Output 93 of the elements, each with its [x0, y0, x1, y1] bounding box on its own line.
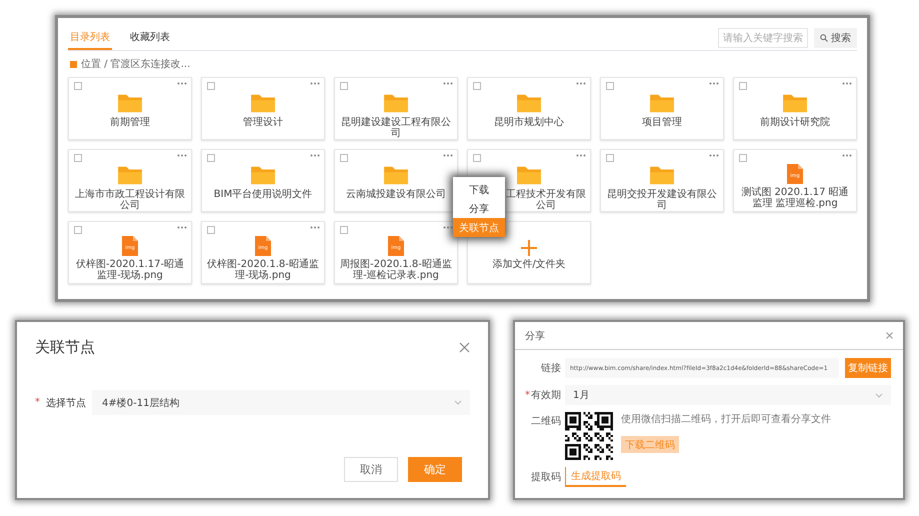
file-card[interactable]: 前期管理	[68, 77, 192, 140]
file-name: 云南城投建设有限公司	[346, 189, 446, 200]
checkbox[interactable]	[207, 226, 215, 234]
tab[interactable]: 收藏列表	[128, 26, 172, 50]
qr-hint: 使用微信扫描二维码，打开后即可查看分享文件	[621, 412, 831, 426]
checkbox[interactable]	[473, 154, 481, 162]
file-card[interactable]: 昆明建设建设工程有限公司	[334, 77, 458, 140]
folder-icon	[117, 164, 143, 186]
more-icon[interactable]	[443, 154, 453, 157]
more-icon[interactable]	[709, 154, 719, 157]
folder-icon	[250, 164, 276, 186]
close-icon[interactable]	[459, 342, 470, 353]
file-card[interactable]: 管理设计	[201, 77, 325, 140]
folder-icon	[649, 164, 675, 186]
field-label: 提取码	[530, 471, 561, 484]
more-icon[interactable]	[709, 82, 719, 85]
file-name: 周报图-2020.1.8-昭通监理-巡检记录表.png	[340, 259, 452, 281]
folder-icon	[250, 92, 276, 114]
file-name: 昆明交投开发建设有限公司	[606, 189, 718, 211]
search-button[interactable]: 搜索	[814, 28, 857, 48]
more-icon[interactable]	[842, 154, 852, 157]
more-icon[interactable]	[576, 82, 586, 85]
file-card[interactable]: 昆明交投开发建设有限公司	[600, 149, 724, 212]
validity-select[interactable]: 1月	[565, 385, 891, 405]
search-field[interactable]: 请输入关键字搜索	[718, 28, 808, 48]
required-mark: *	[525, 390, 530, 401]
dialog-title: 分享	[525, 330, 545, 342]
chevron-icon	[875, 392, 883, 398]
field-label: 有效期	[531, 390, 561, 401]
field-label: 二维码	[530, 414, 561, 428]
qr-code	[565, 412, 613, 460]
folder-icon	[516, 164, 542, 186]
more-icon[interactable]	[310, 82, 320, 85]
cancel-button[interactable]: 取消	[344, 457, 398, 482]
file-name: 工程技术开发有限公司	[506, 189, 586, 211]
chevron-icon	[454, 400, 462, 405]
field-label: 链接	[540, 362, 561, 375]
folder-icon	[649, 92, 675, 114]
checkbox[interactable]	[739, 82, 747, 90]
more-icon[interactable]	[177, 226, 187, 229]
file-card[interactable]: 前期设计研究院	[733, 77, 857, 140]
checkbox[interactable]	[739, 154, 747, 162]
file-name: 管理设计	[243, 117, 283, 128]
file-name: 伏梓图-2020.1.8-昭通监理-现场.png	[207, 259, 319, 281]
node-select[interactable]: 4#楼0-11层结构	[92, 390, 470, 415]
close-icon[interactable]	[886, 332, 893, 339]
file-card[interactable]: 昆明市规划中心	[467, 77, 591, 140]
file-card[interactable]: 项目管理	[600, 77, 724, 140]
folder-icon	[383, 164, 409, 186]
folder-icon	[516, 92, 542, 114]
more-icon[interactable]	[842, 82, 852, 85]
checkbox[interactable]	[340, 226, 348, 234]
file-name: 伏梓图-2020.1.17-昭通监理-现场.png	[74, 259, 186, 281]
breadcrumb: 位置 / 官渡区东连接改...	[81, 58, 190, 71]
checkbox[interactable]	[340, 82, 348, 90]
required-mark: *	[35, 397, 40, 408]
folder-icon	[117, 92, 143, 114]
checkbox[interactable]	[606, 82, 614, 90]
plus-icon	[521, 240, 537, 256]
checkbox[interactable]	[74, 82, 82, 90]
file-name: BIM平台使用说明文件	[214, 189, 312, 200]
field-label: 选择节点	[46, 396, 86, 410]
more-icon[interactable]	[443, 82, 453, 85]
checkbox[interactable]	[207, 82, 215, 90]
dialog-title: 关联节点	[35, 338, 95, 357]
more-icon[interactable]	[310, 154, 320, 157]
file-name: 项目管理	[642, 117, 682, 128]
more-icon[interactable]	[177, 154, 187, 157]
menu-item[interactable]: 分享	[453, 199, 505, 218]
file-name: 测试图 2020.1.17 昭通监理 监理巡检.png	[740, 187, 850, 209]
more-icon[interactable]	[177, 82, 187, 85]
more-icon[interactable]	[310, 226, 320, 229]
file-name: 昆明建设建设工程有限公司	[340, 117, 452, 139]
checkbox[interactable]	[207, 154, 215, 162]
checkbox[interactable]	[74, 154, 82, 162]
file-name: 上海市市政工程设计有限公司	[74, 189, 186, 211]
checkbox[interactable]	[74, 226, 82, 234]
file-name: 添加文件/文件夹	[492, 259, 566, 270]
checkbox[interactable]	[340, 154, 348, 162]
file-card[interactable]: 上海市市政工程设计有限公司	[68, 149, 192, 212]
search-icon	[820, 34, 828, 42]
checkbox[interactable]	[473, 82, 481, 90]
folder-icon	[782, 92, 808, 114]
menu-item[interactable]: 下载	[453, 180, 505, 199]
more-icon[interactable]	[576, 154, 586, 157]
location-icon	[70, 60, 77, 68]
file-card[interactable]: BIM平台使用说明文件	[201, 149, 325, 212]
checkbox[interactable]	[606, 154, 614, 162]
file-name: 前期管理	[110, 117, 150, 128]
folder-icon	[383, 92, 409, 114]
more-icon[interactable]	[443, 226, 453, 229]
file-name: 前期设计研究院	[760, 117, 830, 128]
file-name: 昆明市规划中心	[494, 117, 564, 128]
